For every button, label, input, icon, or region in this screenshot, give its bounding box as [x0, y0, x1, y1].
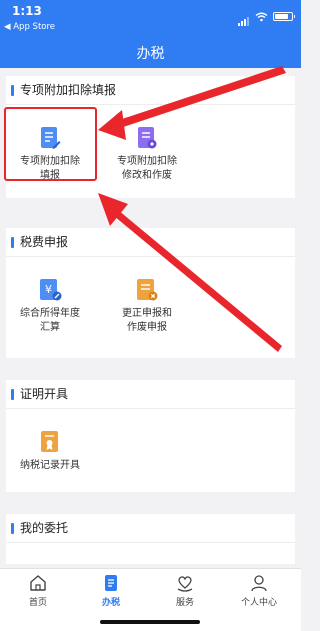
home-icon: [30, 575, 46, 591]
special-deduction-modify-item[interactable]: 专项附加扣除 修改和作废: [103, 126, 191, 183]
app-header: 1:13 ◀ App Store 办税: [0, 0, 301, 68]
section-title: 证明开具: [6, 380, 295, 409]
item-label-line2: 作废申报: [127, 322, 167, 333]
status-icons: [238, 7, 295, 26]
item-label-line1: 综合所得年度: [20, 308, 80, 319]
item-label-line1: 专项附加扣除: [117, 156, 177, 167]
section-certificate: 证明开具 纳税记录开具: [6, 380, 295, 492]
home-indicator: [100, 620, 200, 624]
item-label-line2: 修改和作废: [122, 170, 172, 181]
nav-label: 首页: [28, 598, 47, 608]
heart-hand-icon: [177, 576, 193, 592]
highlight-box: [4, 107, 97, 181]
item-label-line1: 纳税记录开具: [20, 460, 80, 471]
nav-label: 办税: [101, 598, 120, 608]
nav-service[interactable]: 服务: [155, 573, 215, 608]
section-my-delegation: 我的委托: [6, 514, 295, 564]
section-title: 我的委托: [6, 514, 295, 543]
page-title: 办税: [136, 46, 165, 62]
nav-home[interactable]: 首页: [8, 573, 68, 608]
status-time: 1:13: [12, 4, 42, 18]
section-tax-filing: 税费申报 ¥ 综合所得年度 汇算 更正申报和 作废申报: [6, 228, 295, 358]
tax-yen-icon: ¥: [40, 279, 62, 301]
back-to-app-store[interactable]: ◀ App Store: [4, 22, 55, 32]
svg-text:¥: ¥: [45, 283, 52, 296]
item-label-line2: 汇算: [40, 322, 60, 333]
nav-tax[interactable]: 办税: [81, 573, 141, 608]
item-label-line1: 更正申报和: [122, 308, 172, 319]
section-title: 税费申报: [6, 228, 295, 257]
nav-profile[interactable]: 个人中心: [229, 573, 289, 608]
section-title: 专项附加扣除填报: [6, 76, 295, 105]
tax-doc-icon: [105, 575, 117, 591]
doc-gear-icon: [138, 127, 157, 149]
correction-filing-item[interactable]: 更正申报和 作废申报: [103, 278, 191, 335]
battery-icon: [273, 12, 295, 21]
nav-label: 服务: [175, 598, 194, 608]
certificate-icon: [41, 431, 58, 452]
signal-icon: [238, 7, 250, 26]
doc-cancel-icon: [137, 279, 158, 301]
tax-record-item[interactable]: 纳税记录开具: [6, 430, 94, 473]
annual-settlement-item[interactable]: ¥ 综合所得年度 汇算: [6, 278, 94, 335]
person-icon: [251, 575, 267, 592]
wifi-icon: [255, 12, 268, 21]
nav-label: 个人中心: [240, 598, 277, 608]
